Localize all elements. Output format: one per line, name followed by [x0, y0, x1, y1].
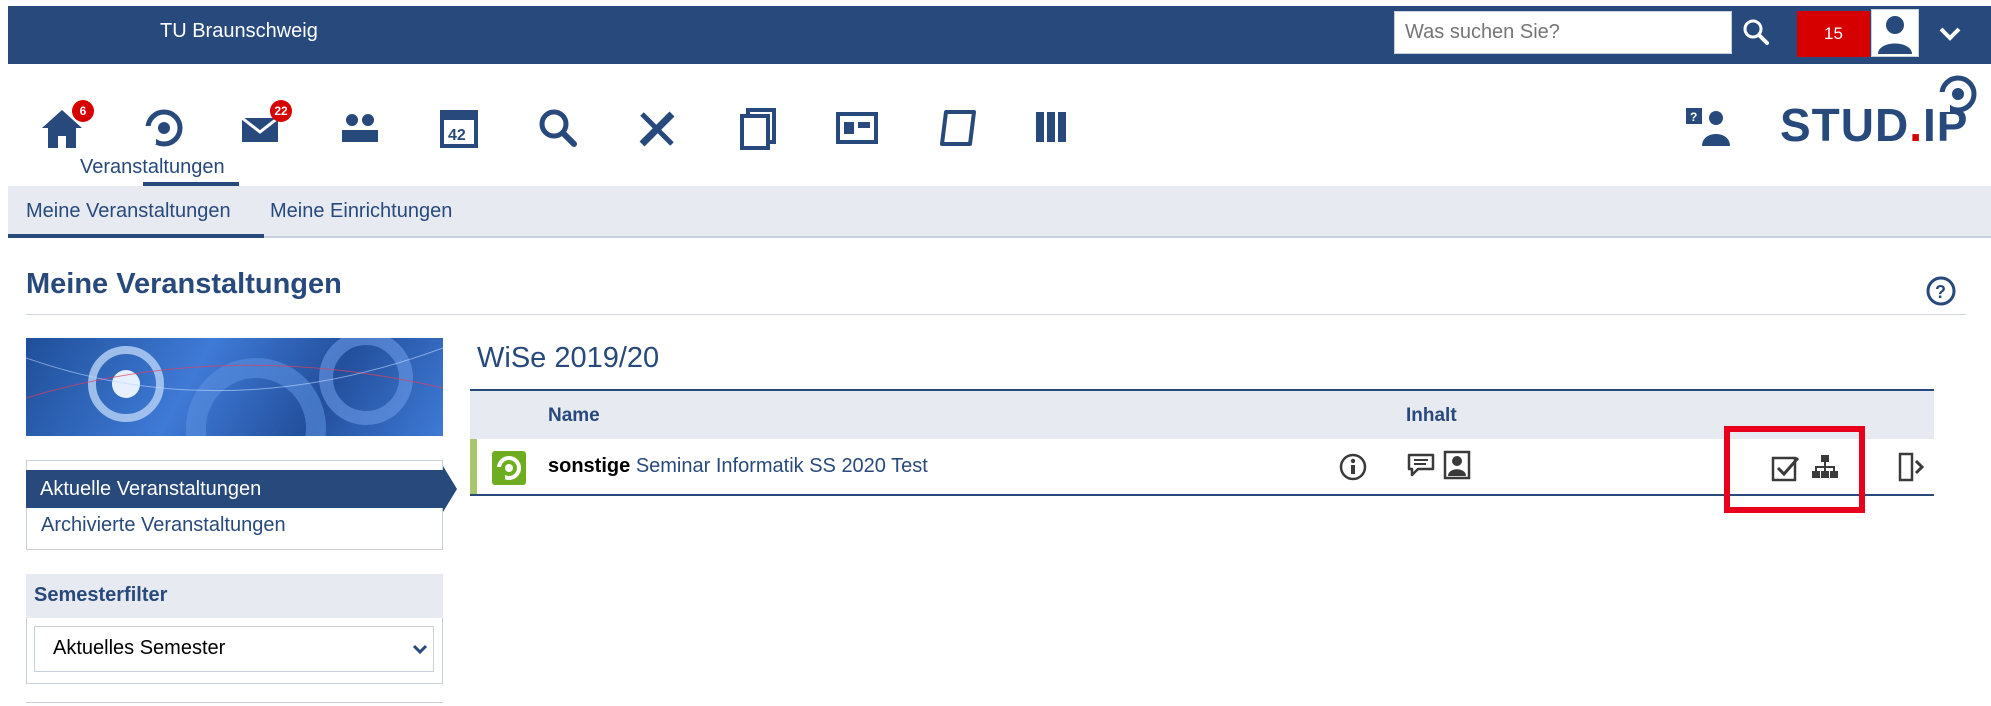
tools-icon[interactable] [632, 102, 684, 154]
column-header-inhalt: Inhalt [1406, 405, 1457, 426]
svg-text:42: 42 [448, 127, 466, 144]
top-bar: TU Braunschweig 15 [8, 6, 1991, 64]
tab-meine-veranstaltungen[interactable]: Meine Veranstaltungen [26, 200, 231, 223]
svg-text:?: ? [1690, 110, 1697, 124]
sub-navigation: Meine Veranstaltungen Meine Einrichtunge… [8, 186, 1991, 238]
svg-text:?: ? [1935, 282, 1946, 302]
chevron-down-icon[interactable] [1938, 23, 1962, 43]
messages-badge: 22 [270, 100, 292, 122]
home-badge: 6 [72, 100, 94, 122]
sidebar-banner-image [26, 338, 443, 436]
course-type: sonstige [548, 455, 631, 477]
help-icon[interactable]: ? [1925, 275, 1957, 307]
search-input[interactable] [1394, 11, 1732, 54]
files-icon[interactable] [734, 102, 786, 154]
highlight-annotation-box [1724, 426, 1865, 513]
search-nav-icon[interactable] [532, 102, 584, 154]
leave-course-icon[interactable] [1896, 451, 1928, 488]
sidebar-item-archivierte[interactable]: Archivierte Veranstaltungen [41, 514, 286, 537]
library-icon[interactable] [1030, 102, 1082, 154]
support-icon[interactable]: ? [1680, 100, 1732, 152]
courses-icon[interactable] [138, 102, 190, 154]
table-header: Name Inhalt [470, 389, 1934, 439]
page-title: Meine Veranstaltungen [26, 268, 342, 300]
nav-active-label[interactable]: Veranstaltungen [80, 156, 225, 179]
community-icon[interactable] [334, 102, 386, 154]
info-icon[interactable] [1338, 452, 1368, 487]
column-header-name[interactable]: Name [548, 405, 600, 427]
forum-icon[interactable] [1406, 451, 1440, 486]
semester-heading: WiSe 2019/20 [477, 342, 660, 374]
course-avatar-icon[interactable] [492, 451, 526, 485]
table-row[interactable]: sonstige Seminar Informatik SS 2020 Test [470, 439, 1934, 496]
main-navigation: 6 22 42 Veranstaltungen ? STUD.IP [8, 64, 1991, 186]
search-icon[interactable] [1738, 14, 1776, 52]
wiki-icon[interactable] [932, 102, 984, 154]
semester-select[interactable]: Aktuelles Semester [34, 626, 434, 672]
logo-mark-icon [1934, 70, 1986, 122]
title-divider [26, 314, 1966, 315]
semester-filter-title: Semesterfilter [26, 574, 443, 618]
course-title-link[interactable]: sonstige Seminar Informatik SS 2020 Test [548, 455, 928, 478]
avatar[interactable] [1871, 9, 1919, 57]
course-color-stripe [470, 439, 477, 494]
active-tab-indicator [8, 234, 264, 238]
notification-count-badge[interactable]: 15 [1797, 11, 1870, 57]
participants-icon[interactable] [1442, 449, 1472, 486]
chevron-down-icon[interactable] [412, 642, 428, 656]
course-title[interactable]: Seminar Informatik SS 2020 Test [636, 455, 928, 477]
sidebar-item-aktuelle[interactable]: Aktuelle Veranstaltungen [26, 470, 443, 508]
sidebar-divider [26, 702, 443, 703]
calendar-icon[interactable]: 42 [434, 102, 486, 154]
university-name[interactable]: TU Braunschweig [160, 20, 318, 43]
tab-meine-einrichtungen[interactable]: Meine Einrichtungen [270, 200, 452, 223]
sidebar-active-arrow [443, 466, 457, 512]
schedule-icon[interactable] [832, 102, 884, 154]
